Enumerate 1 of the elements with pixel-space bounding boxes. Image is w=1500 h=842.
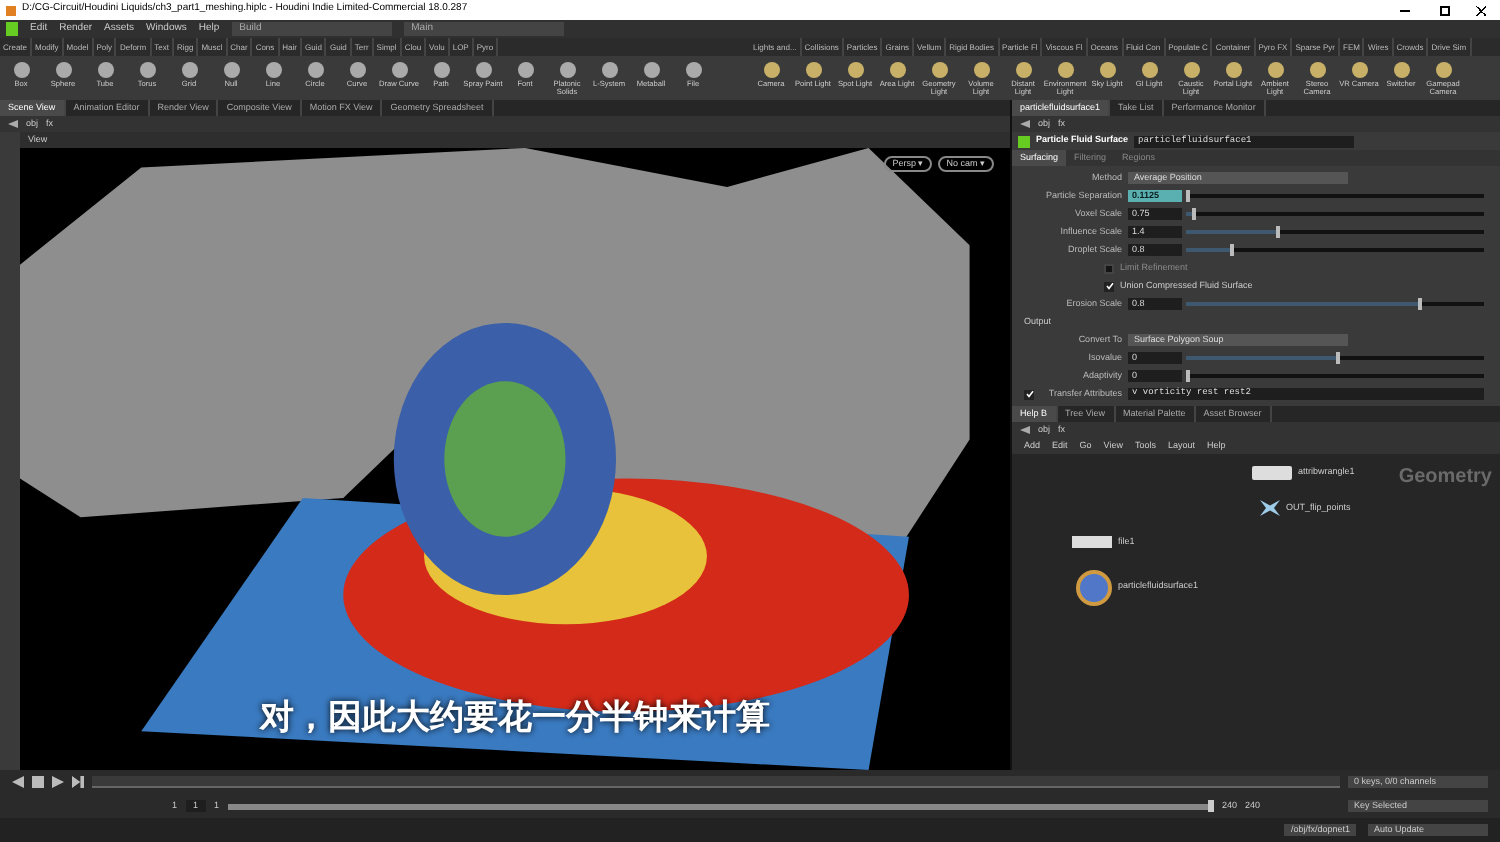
context-label: Geometry <box>1398 464 1492 492</box>
